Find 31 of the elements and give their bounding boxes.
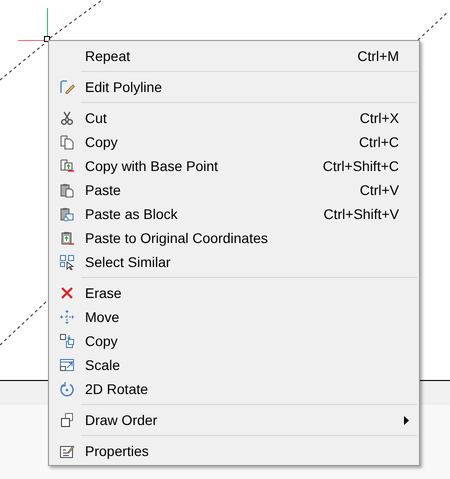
menu-item[interactable]: Properties — [49, 439, 419, 463]
menu-item[interactable]: 2D Rotate — [49, 377, 419, 401]
copy-objects-icon — [59, 333, 75, 349]
menu-item[interactable]: Paste to Original Coordinates — [49, 226, 419, 250]
scissors-icon — [59, 110, 75, 126]
menu-item[interactable]: Move — [49, 305, 419, 329]
menu-item[interactable]: Select Similar — [49, 250, 419, 274]
menu-item[interactable]: Copy with Base Point Ctrl+Shift+C — [49, 154, 419, 178]
close-icon — [59, 285, 75, 301]
clipboard-icon — [59, 182, 75, 198]
menu-item[interactable]: Paste as Block Ctrl+Shift+V — [49, 202, 419, 226]
menu-item[interactable]: Cut Ctrl+X — [49, 106, 419, 130]
properties-icon — [59, 443, 75, 459]
rotate-icon — [59, 381, 75, 397]
select-similar-icon — [59, 254, 75, 270]
menu-item[interactable]: Repeat Ctrl+M — [49, 44, 419, 68]
menu-item[interactable]: Copy Ctrl+C — [49, 130, 419, 154]
copy-base-point-icon — [59, 158, 75, 174]
pencil-icon — [59, 79, 75, 95]
menu-item[interactable]: Erase — [49, 281, 419, 305]
scale-icon — [59, 357, 75, 373]
draw-order-icon — [59, 412, 75, 428]
paste-arrow-icon — [59, 230, 75, 246]
menu-item[interactable]: Draw Order — [49, 408, 419, 432]
menu-item[interactable]: Scale — [49, 353, 419, 377]
menu-item[interactable]: Paste Ctrl+V — [49, 178, 419, 202]
copy-icon — [59, 134, 75, 150]
menu-item[interactable]: Copy — [49, 329, 419, 353]
menu-item[interactable]: Edit Polyline — [49, 75, 419, 99]
paste-block-icon — [59, 206, 75, 222]
move-arrows-icon — [59, 309, 75, 325]
